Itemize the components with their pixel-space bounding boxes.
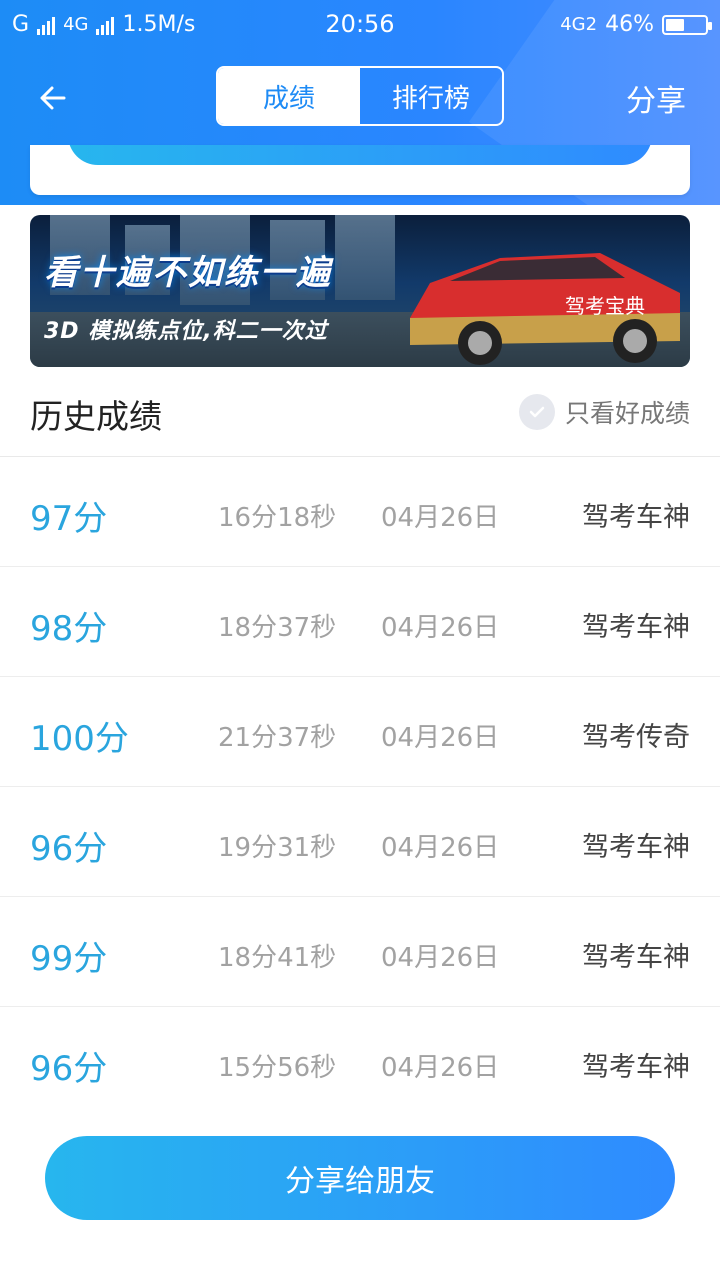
share-button[interactable]: 分享 [626,76,686,120]
score-rank: 驾考车神 [582,942,690,973]
score-duration: 15分56秒 [218,1053,337,1083]
score-rank: 驾考车神 [582,502,690,533]
score-duration: 19分31秒 [218,833,337,863]
clock: 20:56 [325,10,395,38]
score-rank: 驾考车神 [582,832,690,863]
share-to-friends-button[interactable]: 分享给朋友 [45,1136,675,1220]
score-date: 04月26日 [381,613,500,643]
score-value: 98分 [30,609,108,649]
score-list: 97分 16分18秒 04月26日 驾考车神 98分 18分37秒 04月26日… [0,457,720,1116]
check-icon[interactable] [518,394,555,430]
score-row[interactable]: 97分 16分18秒 04月26日 驾考车神 [0,457,720,567]
score-date: 04月26日 [381,943,500,973]
score-value: 99分 [30,939,108,979]
score-row[interactable]: 96分 19分31秒 04月26日 驾考车神 [0,787,720,897]
network-type: 4G2 [560,14,598,35]
tab-score[interactable]: 成绩 [218,68,360,124]
banner-title: 看十遍不如练一遍 [44,253,332,293]
score-card-button-edge [68,145,652,165]
segmented-tabs: 成绩 排行榜 [216,66,504,126]
score-duration: 18分37秒 [218,613,337,643]
score-row[interactable]: 96分 15分56秒 04月26日 驾考车神 [0,1007,720,1116]
banner-subtitle: 3D 模拟练点位,科二一次过 [44,319,328,344]
good-scores-filter[interactable]: 只看好成绩 [518,394,690,430]
score-value: 96分 [30,829,108,869]
score-value: 100分 [30,719,129,759]
score-date: 04月26日 [381,723,500,753]
score-duration: 16分18秒 [218,503,337,533]
top-nav: 成绩 排行榜 分享 [0,60,720,136]
score-row[interactable]: 98分 18分37秒 04月26日 驾考车神 [0,567,720,677]
score-row[interactable]: 100分 21分37秒 04月26日 驾考传奇 [0,677,720,787]
score-rank: 驾考车神 [582,1052,690,1083]
car-image: 驾考宝典 [410,253,680,365]
promo-banner[interactable]: 看十遍不如练一遍 3D 模拟练点位,科二一次过 驾考宝典 [30,215,690,367]
score-duration: 18分41秒 [218,943,337,973]
status-bar: G 4G 1.5M/s 20:56 4G2 46% [0,0,720,52]
score-date: 04月26日 [381,833,500,863]
score-value: 97分 [30,499,108,539]
score-row[interactable]: 99分 18分41秒 04月26日 驾考车神 [0,897,720,1007]
score-rank: 驾考车神 [582,612,690,643]
filter-label: 只看好成绩 [564,399,690,428]
score-date: 04月26日 [381,1053,500,1083]
score-card [30,145,690,195]
score-value: 96分 [30,1049,108,1089]
history-title: 历史成绩 [30,397,162,436]
score-duration: 21分37秒 [218,723,337,753]
tab-leaderboard[interactable]: 排行榜 [360,68,502,124]
back-arrow-icon[interactable] [34,78,74,118]
score-rank: 驾考传奇 [582,722,690,753]
history-header: 历史成绩 只看好成绩 [0,368,720,457]
score-date: 04月26日 [381,503,500,533]
battery-percent: 46% [605,12,654,37]
battery-icon [662,14,712,35]
car-text: 驾考宝典 [565,294,645,318]
